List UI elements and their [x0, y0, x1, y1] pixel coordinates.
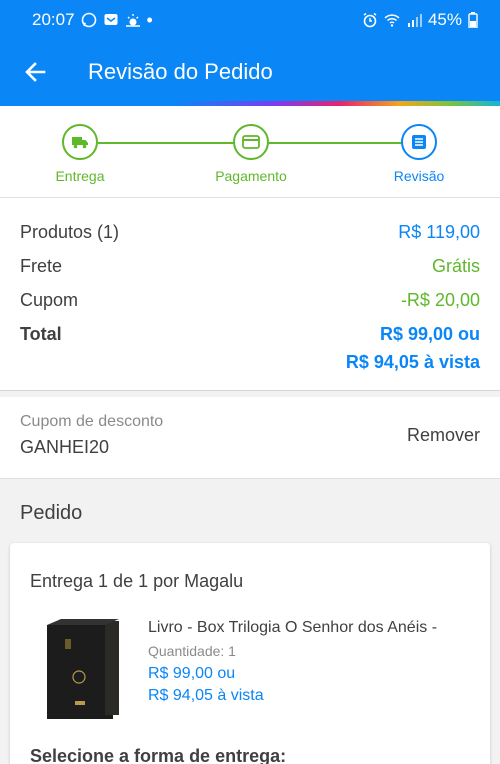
summary-total: Total R$ 99,00 ou R$ 94,05 à vista	[20, 320, 480, 376]
arrow-left-icon	[25, 61, 46, 82]
product-price-line1: R$ 99,00 ou	[148, 665, 236, 682]
summary-value: R$ 119,00	[398, 222, 480, 242]
step-pagamento[interactable]: Pagamento	[191, 124, 311, 184]
order-card: Entrega 1 de 1 por Magalu Livro - Box Tr…	[10, 543, 490, 764]
alarm-icon	[363, 12, 377, 28]
dot-icon: •	[146, 10, 153, 30]
total-value-line1: R$ 99,00 ou	[379, 324, 480, 344]
select-delivery-heading: Selecione a forma de entrega:	[30, 746, 287, 764]
card-icon	[242, 135, 260, 149]
battery-percent: 45%	[427, 10, 462, 29]
messaging-icon	[104, 14, 118, 25]
weather-icon	[125, 14, 140, 27]
summary-row-cupom: Cupom -R$ 20,00	[20, 286, 480, 320]
step-entrega[interactable]: Entrega	[20, 124, 140, 184]
section-title-pedido: Pedido	[20, 502, 83, 524]
signal-icon	[407, 14, 422, 27]
step-label: Entrega	[55, 168, 105, 184]
step-revisao[interactable]: Revisão	[359, 124, 479, 184]
delivery-title: Entrega 1 de 1 por Magalu	[30, 571, 244, 591]
coupon-section: Cupom de desconto GANHEI20 Remover	[0, 397, 500, 479]
summary-label: Frete	[20, 256, 63, 276]
total-value-line2: R$ 94,05 à vista	[345, 352, 480, 372]
product-name: Livro - Box Trilogia O Senhor dos Anéis …	[148, 619, 438, 636]
wifi-icon	[384, 14, 400, 27]
summary-value: Grátis	[431, 256, 480, 276]
app-bar: Revisão do Pedido	[0, 40, 500, 103]
status-time: 20:07	[32, 10, 75, 29]
summary-label: Produtos (1)	[20, 222, 120, 242]
order-summary: Produtos (1) R$ 119,00 Frete Grátis Cupo…	[0, 198, 500, 391]
whatsapp-icon	[81, 12, 96, 28]
product-item[interactable]: Livro - Box Trilogia O Senhor dos Anéis …	[43, 615, 473, 725]
back-button[interactable]	[0, 40, 70, 103]
product-image	[43, 615, 123, 723]
product-quantity: Quantidade: 1	[148, 643, 236, 659]
summary-row-frete: Frete Grátis	[20, 252, 480, 286]
battery-icon	[468, 12, 478, 28]
total-label: Total	[20, 324, 62, 344]
list-icon	[412, 135, 426, 149]
checkout-steps: Entrega Pagamento Revisão	[0, 106, 500, 198]
summary-label: Cupom	[20, 290, 79, 310]
product-price-line2: R$ 94,05 à vista	[148, 687, 264, 704]
remove-coupon-button[interactable]: Remover	[407, 425, 480, 446]
page-title: Revisão do Pedido	[88, 58, 273, 84]
step-label: Revisão	[393, 168, 445, 184]
summary-row-produtos: Produtos (1) R$ 119,00	[20, 218, 480, 252]
book-box-icon	[47, 619, 119, 719]
truck-icon	[72, 137, 88, 149]
status-bar: 20:07 • 45%	[0, 0, 500, 40]
step-label: Pagamento	[215, 168, 287, 184]
summary-value: -R$ 20,00	[400, 290, 480, 310]
product-price: R$ 99,00 ou R$ 94,05 à vista	[148, 663, 473, 707]
total-value: R$ 99,00 ou R$ 94,05 à vista	[346, 320, 480, 376]
